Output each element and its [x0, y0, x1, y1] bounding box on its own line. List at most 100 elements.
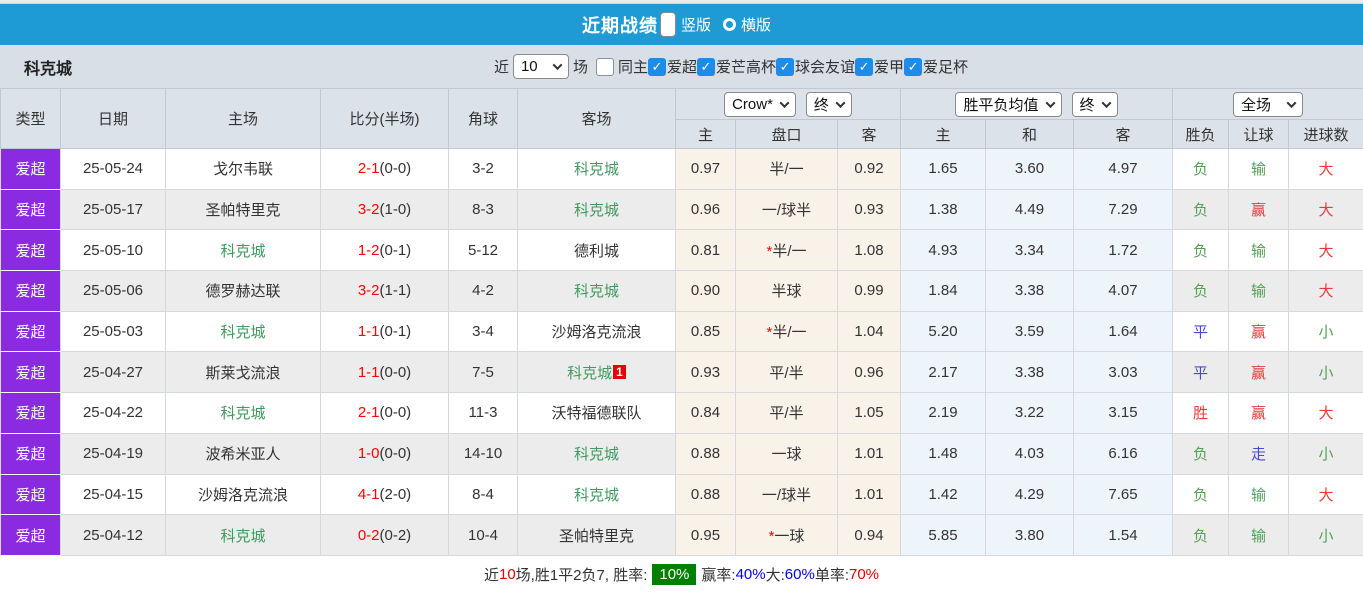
home-team-cell[interactable]: 戈尔韦联 — [166, 149, 321, 190]
col-corner: 角球 — [449, 89, 518, 149]
radio-horizontal-label[interactable]: 横版 — [741, 14, 771, 35]
summary-text: 70% — [849, 566, 879, 583]
sub-mean-draw: 和 — [986, 120, 1074, 149]
chevron-down-icon — [1287, 98, 1297, 108]
odds-away-cell: 0.93 — [838, 189, 901, 230]
radio-horizontal-layout[interactable] — [723, 18, 736, 31]
league-badge: 爱超 — [1, 149, 61, 190]
date-cell: 25-04-22 — [61, 393, 166, 434]
home-team-cell[interactable]: 斯莱戈流浪 — [166, 352, 321, 393]
away-team-cell[interactable]: 沙姆洛克流浪 — [518, 311, 676, 352]
odds-home-cell: 0.85 — [676, 311, 736, 352]
score-cell: 2-1(0-0) — [321, 393, 449, 434]
mean-group-header: 胜平负均值 终 — [901, 89, 1173, 120]
league-badge: 爱超 — [1, 393, 61, 434]
odds-away-cell: 1.01 — [838, 433, 901, 474]
away-team-cell[interactable]: 德利城 — [518, 230, 676, 271]
col-date: 日期 — [61, 89, 166, 149]
recent-count-select[interactable]: 10 — [513, 54, 569, 79]
score-cell: 1-0(0-0) — [321, 433, 449, 474]
scope-select[interactable]: 全场 — [1233, 92, 1303, 117]
score-cell: 4-1(2-0) — [321, 474, 449, 515]
score-cell: 1-1(0-1) — [321, 311, 449, 352]
mean-draw-cell: 3.60 — [986, 149, 1074, 190]
corner-cell: 5-12 — [449, 230, 518, 271]
sub-odds-away: 客 — [838, 120, 901, 149]
date-cell: 25-04-27 — [61, 352, 166, 393]
competition-filter: ✓球会友谊 — [776, 56, 855, 77]
corner-cell: 7-5 — [449, 352, 518, 393]
competition-checkbox[interactable]: ✓ — [855, 58, 873, 76]
corner-cell: 10-4 — [449, 515, 518, 556]
home-team-cell[interactable]: 科克城 — [166, 515, 321, 556]
result-cell: 平 — [1173, 352, 1229, 393]
competition-filter: ✓爱甲 — [855, 56, 904, 77]
odds-home-cell: 0.93 — [676, 352, 736, 393]
radio-vertical-layout[interactable] — [660, 12, 676, 37]
away-team-cell[interactable]: 科克城 — [518, 474, 676, 515]
mean-time-select[interactable]: 终 — [1072, 92, 1118, 117]
team-name: 科克城 — [24, 55, 72, 79]
red-card-badge: 1 — [613, 365, 626, 379]
results-table: 类型 日期 主场 比分(半场) 角球 客场 Crow* 终 — [0, 88, 1363, 556]
competition-checkbox[interactable]: ✓ — [776, 58, 794, 76]
odds-provider-select[interactable]: Crow* — [724, 92, 796, 117]
same-home-checkbox[interactable] — [596, 58, 614, 76]
away-team-cell[interactable]: 科克城 — [518, 189, 676, 230]
recent-prefix-label: 近 — [494, 56, 509, 77]
sub-result: 胜负 — [1173, 120, 1229, 149]
handicap-cell: 一/球半 — [736, 474, 838, 515]
mean-away-cell: 4.07 — [1074, 271, 1173, 312]
match-row: 爱超 25-05-17 圣帕特里克 3-2(1-0) 8-3 科克城 0.96 … — [1, 189, 1363, 230]
home-team-cell[interactable]: 圣帕特里克 — [166, 189, 321, 230]
handicap-cell: 平/半 — [736, 352, 838, 393]
handicap-cell: *半/一 — [736, 230, 838, 271]
col-away: 客场 — [518, 89, 676, 149]
handicap-cell: *半/一 — [736, 311, 838, 352]
match-row: 爱超 25-04-19 波希米亚人 1-0(0-0) 14-10 科克城 0.8… — [1, 433, 1363, 474]
corner-cell: 14-10 — [449, 433, 518, 474]
home-team-cell[interactable]: 科克城 — [166, 393, 321, 434]
summary-text: 赢率: — [701, 564, 735, 585]
competition-checkbox[interactable]: ✓ — [648, 58, 666, 76]
away-team-cell[interactable]: 圣帕特里克 — [518, 515, 676, 556]
away-team-cell[interactable]: 科克城 — [518, 433, 676, 474]
competition-checkbox[interactable]: ✓ — [697, 58, 715, 76]
mean-draw-cell: 3.80 — [986, 515, 1074, 556]
odds-away-cell: 0.94 — [838, 515, 901, 556]
mean-away-cell: 4.97 — [1074, 149, 1173, 190]
match-row: 爱超 25-04-27 斯莱戈流浪 1-1(0-0) 7-5 科克城1 0.93… — [1, 352, 1363, 393]
home-team-cell[interactable]: 德罗赫达联 — [166, 271, 321, 312]
handicap-result-cell: 赢 — [1229, 393, 1289, 434]
handicap-result-cell: 赢 — [1229, 352, 1289, 393]
competition-label: 爱足杯 — [923, 56, 968, 77]
handicap-cell: 一/球半 — [736, 189, 838, 230]
chevron-down-icon — [553, 60, 563, 70]
mean-away-cell: 1.64 — [1074, 311, 1173, 352]
sub-mean-away: 客 — [1074, 120, 1173, 149]
handicap-cell: *一球 — [736, 515, 838, 556]
chevron-down-icon — [835, 98, 845, 108]
odds-time-select[interactable]: 终 — [806, 92, 852, 117]
away-team-cell[interactable]: 科克城 — [518, 149, 676, 190]
away-team-cell[interactable]: 沃特福德联队 — [518, 393, 676, 434]
radio-vertical-label[interactable]: 竖版 — [681, 14, 711, 35]
date-cell: 25-04-12 — [61, 515, 166, 556]
filter-bar: 科克城 近 10 场 同主 ✓爱超✓爱芒高杯✓球会友谊✓爱甲✓爱足杯 — [0, 45, 1363, 88]
home-team-cell[interactable]: 科克城 — [166, 311, 321, 352]
home-team-cell[interactable]: 波希米亚人 — [166, 433, 321, 474]
mean-type-select[interactable]: 胜平负均值 — [955, 92, 1061, 117]
mean-home-cell: 1.42 — [901, 474, 986, 515]
score-cell: 1-2(0-1) — [321, 230, 449, 271]
home-team-cell[interactable]: 科克城 — [166, 230, 321, 271]
competition-checkbox[interactable]: ✓ — [904, 58, 922, 76]
result-cell: 负 — [1173, 230, 1229, 271]
home-team-cell[interactable]: 沙姆洛克流浪 — [166, 474, 321, 515]
away-team-cell[interactable]: 科克城 — [518, 271, 676, 312]
away-team-cell[interactable]: 科克城1 — [518, 352, 676, 393]
summary-text: 40% — [736, 566, 766, 583]
handicap-cell: 平/半 — [736, 393, 838, 434]
mean-draw-cell: 4.03 — [986, 433, 1074, 474]
date-cell: 25-04-19 — [61, 433, 166, 474]
result-cell: 负 — [1173, 271, 1229, 312]
